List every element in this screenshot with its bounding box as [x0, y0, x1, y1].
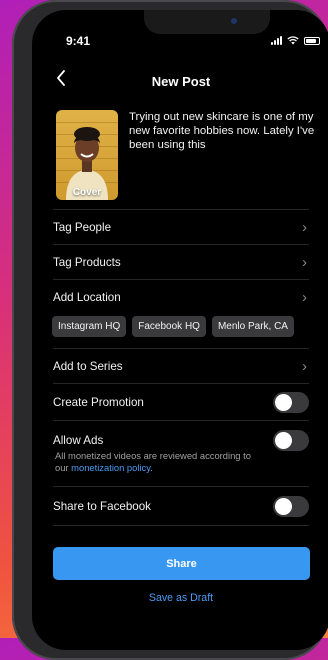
allow-ads-note-suffix: .: [150, 462, 153, 473]
location-suggestions: Instagram HQ Facebook HQ Menlo Park, CA: [52, 316, 294, 337]
chevron-right-icon: ›: [302, 253, 307, 271]
divider: [53, 383, 309, 384]
divider: [53, 420, 309, 421]
create-promotion-label: Create Promotion: [53, 395, 144, 409]
toggle-knob: [275, 431, 292, 449]
battery-icon: [304, 36, 320, 45]
share-to-facebook-toggle[interactable]: [273, 495, 309, 517]
signal-icon: [271, 36, 282, 45]
app-screen: 9:41 New Post Cover Trying out new skinc…: [32, 10, 328, 650]
phone-frame: 9:41 New Post Cover Trying out new skinc…: [12, 0, 328, 660]
notch: [144, 10, 270, 34]
location-chip[interactable]: Menlo Park, CA: [211, 316, 294, 337]
status-icons: [271, 36, 320, 45]
add-to-series-row[interactable]: Add to Series ›: [53, 349, 309, 383]
divider: [53, 525, 309, 526]
cover-thumbnail[interactable]: Cover: [56, 110, 118, 200]
location-chip[interactable]: Facebook HQ: [132, 316, 206, 337]
create-promotion-toggle[interactable]: [273, 391, 309, 413]
share-to-facebook-row: Share to Facebook: [53, 489, 309, 523]
share-to-facebook-label: Share to Facebook: [53, 499, 151, 513]
camera-icon: [231, 18, 237, 24]
tag-people-row[interactable]: Tag People ›: [53, 210, 309, 244]
allow-ads-label: Allow Ads: [53, 433, 104, 447]
status-time: 9:41: [66, 34, 91, 48]
add-location-label: Add Location: [53, 290, 121, 304]
tag-products-label: Tag Products: [53, 255, 121, 269]
chevron-right-icon: ›: [302, 288, 307, 306]
toggle-knob: [275, 393, 292, 411]
add-location-row[interactable]: Add Location ›: [53, 280, 309, 314]
save-draft-button[interactable]: Save as Draft: [32, 592, 328, 604]
location-chip[interactable]: Instagram HQ: [52, 316, 127, 337]
create-promotion-row: Create Promotion: [53, 385, 309, 419]
share-button[interactable]: Share: [53, 547, 310, 580]
tag-products-row[interactable]: Tag Products ›: [53, 245, 309, 279]
monetization-policy-link[interactable]: monetization policy: [71, 462, 150, 473]
chevron-right-icon: ›: [302, 357, 307, 375]
caption-text[interactable]: Trying out new skincare is one of my new…: [129, 110, 325, 152]
toggle-knob: [275, 497, 292, 515]
allow-ads-toggle[interactable]: [273, 429, 309, 451]
divider: [53, 486, 309, 487]
allow-ads-note: All monetized videos are reviewed accord…: [55, 450, 255, 474]
chevron-right-icon: ›: [302, 218, 307, 236]
wifi-icon: [287, 36, 299, 45]
add-to-series-label: Add to Series: [53, 359, 123, 373]
tag-people-label: Tag People: [53, 220, 112, 234]
page-title: New Post: [151, 74, 211, 89]
cover-label: Cover: [72, 187, 102, 198]
